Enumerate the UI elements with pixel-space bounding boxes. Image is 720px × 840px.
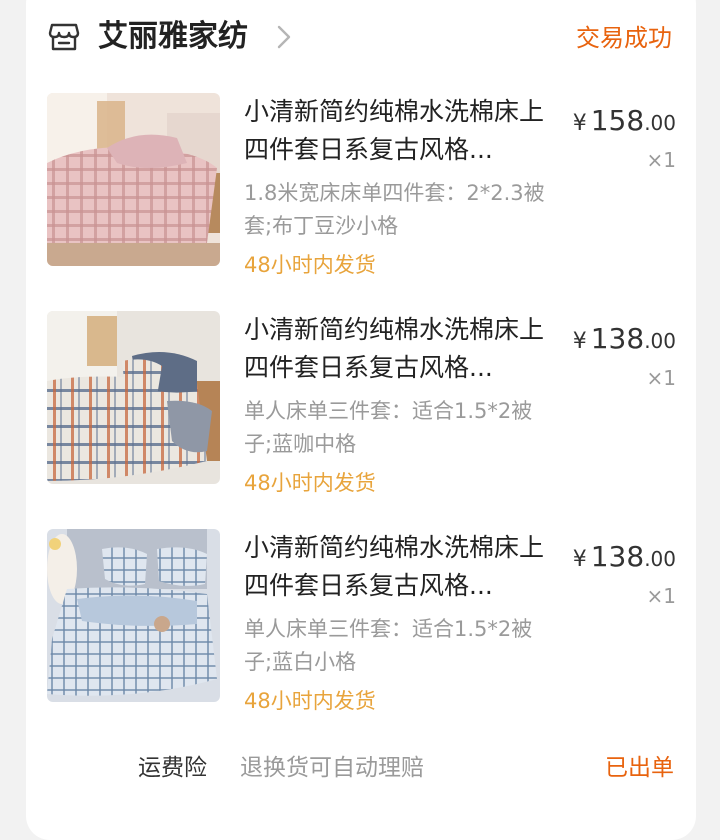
shipping-note: 48小时内发货 xyxy=(244,253,376,277)
product-image[interactable] xyxy=(47,529,220,702)
product-title[interactable]: 小清新简约纯棉水洗棉床上四件套日系复古风格... xyxy=(244,311,554,387)
shop-name[interactable]: 艾丽雅家纺 xyxy=(98,14,248,60)
product-spec: 单人床单三件套：适合1.5*2被子;蓝咖中格 xyxy=(244,399,533,456)
price-integer: 138 xyxy=(590,540,645,573)
product-price: ¥138.00 xyxy=(573,319,676,363)
insurance-description: 退换货可自动理赔 xyxy=(240,755,424,781)
price-decimal: .00 xyxy=(644,547,676,571)
price-decimal: .00 xyxy=(644,329,676,353)
shipping-note: 48小时内发货 xyxy=(244,689,376,713)
order-item[interactable]: 小清新简约纯棉水洗棉床上四件套日系复古风格... 单人床单三件套：适合1.5*2… xyxy=(0,529,720,729)
product-image[interactable] xyxy=(47,93,220,266)
shipping-note: 48小时内发货 xyxy=(244,471,376,495)
chevron-right-icon xyxy=(277,25,291,49)
insurance-status: 已出单 xyxy=(605,755,674,781)
currency-symbol: ¥ xyxy=(572,547,587,572)
product-title[interactable]: 小清新简约纯棉水洗棉床上四件套日系复古风格... xyxy=(244,529,554,605)
price-integer: 158 xyxy=(590,104,645,137)
store-icon xyxy=(48,23,80,51)
shipping-insurance-row[interactable]: 运费险 退换货可自动理赔 已出单 xyxy=(0,748,720,792)
product-quantity: ×1 xyxy=(646,148,676,172)
shop-header[interactable]: 艾丽雅家纺 交易成功 xyxy=(0,0,720,78)
order-status: 交易成功 xyxy=(576,24,672,52)
order-item[interactable]: 小清新简约纯棉水洗棉床上四件套日系复古风格... 单人床单三件套：适合1.5*2… xyxy=(0,311,720,511)
product-spec: 单人床单三件套：适合1.5*2被子;蓝白小格 xyxy=(244,617,533,674)
product-spec: 1.8米宽床床单四件套：2*2.3被套;布丁豆沙小格 xyxy=(244,181,545,238)
price-integer: 138 xyxy=(590,322,645,355)
currency-symbol: ¥ xyxy=(572,329,587,354)
currency-symbol: ¥ xyxy=(572,111,587,136)
product-image[interactable] xyxy=(47,311,220,484)
product-title[interactable]: 小清新简约纯棉水洗棉床上四件套日系复古风格... xyxy=(244,93,554,169)
order-item[interactable]: 小清新简约纯棉水洗棉床上四件套日系复古风格... 1.8米宽床床单四件套：2*2… xyxy=(0,93,720,293)
product-quantity: ×1 xyxy=(646,366,676,390)
product-price: ¥138.00 xyxy=(573,537,676,581)
product-price: ¥158.00 xyxy=(573,101,676,145)
insurance-label: 运费险 xyxy=(138,755,207,781)
product-quantity: ×1 xyxy=(646,584,676,608)
price-decimal: .00 xyxy=(644,111,676,135)
